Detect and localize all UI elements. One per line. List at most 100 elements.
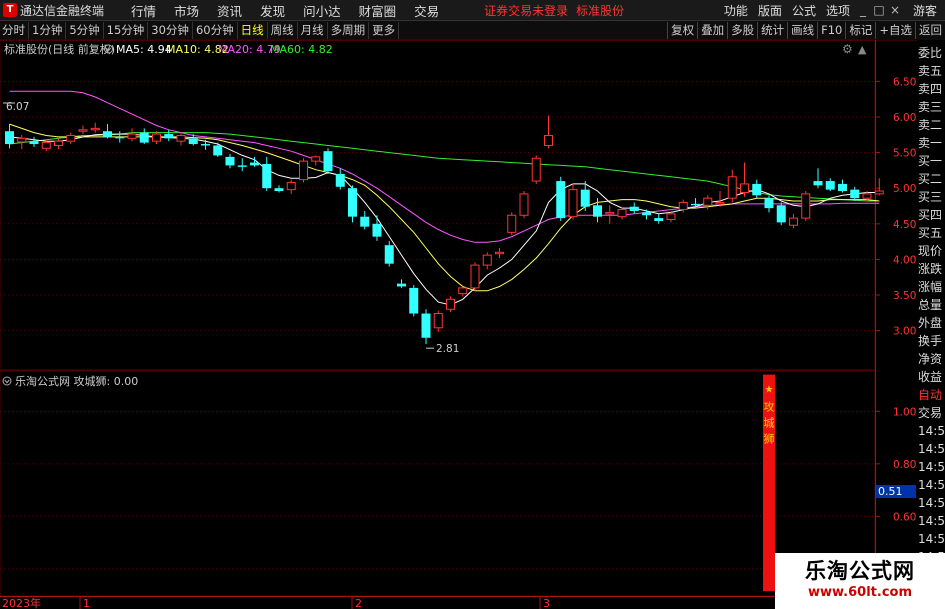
candle-body-down xyxy=(237,165,247,167)
side-auto[interactable]: 自动 xyxy=(918,386,945,404)
side-price[interactable]: 现价 xyxy=(918,242,945,260)
side-volume[interactable]: 总量 xyxy=(918,296,945,314)
candle xyxy=(299,158,308,183)
side-change-pct[interactable]: 涨幅 xyxy=(918,278,945,296)
candle xyxy=(727,169,737,203)
settings-gear-icon[interactable]: ⚙ xyxy=(842,42,853,56)
side-sell5[interactable]: 卖五 xyxy=(918,62,945,80)
side-buy1[interactable]: 买一 xyxy=(918,152,945,170)
candle xyxy=(90,122,100,133)
date-label-year: 2023年 xyxy=(2,596,41,609)
candle-body-up xyxy=(740,183,749,193)
candle-body-up xyxy=(666,213,676,221)
price-label: 4.00 xyxy=(893,254,916,266)
candle xyxy=(850,186,860,202)
candle-body-down xyxy=(372,223,382,237)
candle-body-up xyxy=(678,201,688,211)
gongchengshi-signal: ★ 攻城狮 xyxy=(763,374,775,591)
side-weibi[interactable]: 委比 xyxy=(918,44,945,62)
indicator-frame xyxy=(0,370,876,597)
candle-body-down xyxy=(556,181,566,219)
candle-body-down xyxy=(421,313,431,338)
ma20-line xyxy=(9,90,880,243)
candle-body-up xyxy=(311,156,321,162)
candle-body-up xyxy=(507,214,517,233)
candle xyxy=(495,248,504,258)
indicator-label: 0.60 xyxy=(893,511,916,523)
candle xyxy=(801,191,811,221)
side-trade[interactable]: 交易 xyxy=(918,404,945,422)
candle xyxy=(360,210,370,230)
candle xyxy=(838,179,847,193)
candle-body-down xyxy=(384,245,394,264)
candle xyxy=(605,205,615,224)
candle xyxy=(752,179,762,199)
candle-body-up xyxy=(176,134,186,142)
side-outer[interactable]: 外盘 xyxy=(918,314,945,332)
candle xyxy=(813,168,823,189)
candle-body-up xyxy=(874,190,884,195)
candlesticks xyxy=(3,102,884,349)
indicator-expand-icon[interactable] xyxy=(2,376,12,386)
candle-body-up xyxy=(458,287,468,295)
candle xyxy=(17,134,27,150)
date-label-jan: 1 xyxy=(83,597,90,609)
candle xyxy=(5,124,14,149)
watermark-url: www.60lt.com xyxy=(807,585,913,600)
candle xyxy=(507,212,517,236)
side-net-assets[interactable]: 净资 xyxy=(918,350,945,368)
side-buy3[interactable]: 买三 xyxy=(918,188,945,206)
price-label: 5.00 xyxy=(893,183,916,195)
candle xyxy=(397,279,406,288)
price-label: 4.50 xyxy=(893,219,916,231)
candle-body-up xyxy=(862,193,872,199)
candle xyxy=(642,209,651,220)
quote-side-panel: 委比 卖五 卖四 卖三 卖二 卖一 买一 买二 买三 买四 买五 现价 涨跌 涨… xyxy=(917,40,945,609)
side-buy2[interactable]: 买二 xyxy=(918,170,945,188)
signal-star-icon: ★ xyxy=(765,385,774,396)
candle-body-up xyxy=(66,134,76,142)
candle xyxy=(176,132,186,146)
side-sell2[interactable]: 卖二 xyxy=(918,116,945,134)
candle xyxy=(519,191,529,219)
side-earnings[interactable]: 收益 xyxy=(918,368,945,386)
candle xyxy=(544,115,553,149)
side-buy5[interactable]: 买五 xyxy=(918,224,945,242)
indicator-gridlines xyxy=(0,410,880,570)
side-sell3[interactable]: 卖三 xyxy=(918,98,945,116)
moving-average-lines xyxy=(9,90,880,306)
candle xyxy=(286,179,296,194)
candle-body-down xyxy=(225,156,235,166)
candle xyxy=(556,176,566,221)
side-time-3: 14:55 xyxy=(918,460,945,474)
candle-body-down xyxy=(5,131,14,145)
side-turnover[interactable]: 换手 xyxy=(918,332,945,350)
price-label: 5.50 xyxy=(893,148,916,160)
side-buy4[interactable]: 买四 xyxy=(918,206,945,224)
candle xyxy=(825,178,835,192)
candle xyxy=(29,136,39,147)
side-change[interactable]: 涨跌 xyxy=(918,260,945,278)
candle-body-up xyxy=(789,217,798,226)
price-gridlines xyxy=(0,80,880,332)
candle xyxy=(654,213,664,224)
candle-body-up xyxy=(715,201,725,205)
candle-body-up xyxy=(90,127,100,131)
candle xyxy=(311,155,321,166)
candle-body-down xyxy=(139,132,149,143)
candle-body-up xyxy=(544,134,553,146)
candle xyxy=(446,296,455,313)
candle xyxy=(458,286,468,297)
candle-body-down xyxy=(188,138,198,145)
candle-body-up xyxy=(617,209,627,218)
candle-body-down xyxy=(274,188,284,192)
candle xyxy=(531,155,541,184)
candle-body-down xyxy=(409,287,419,314)
side-sell4[interactable]: 卖四 xyxy=(918,80,945,98)
collapse-chevron-icon[interactable]: ▲ xyxy=(858,43,867,56)
side-sell1[interactable]: 卖一 xyxy=(918,134,945,152)
candle-body-up xyxy=(78,129,88,132)
kline-chart[interactable]: 6.50 6.00 5.50 5.00 4.50 4.00 3.50 3.00 1.00 0.8… xyxy=(0,0,945,609)
candle-body-up xyxy=(703,197,713,206)
candle xyxy=(421,309,431,345)
